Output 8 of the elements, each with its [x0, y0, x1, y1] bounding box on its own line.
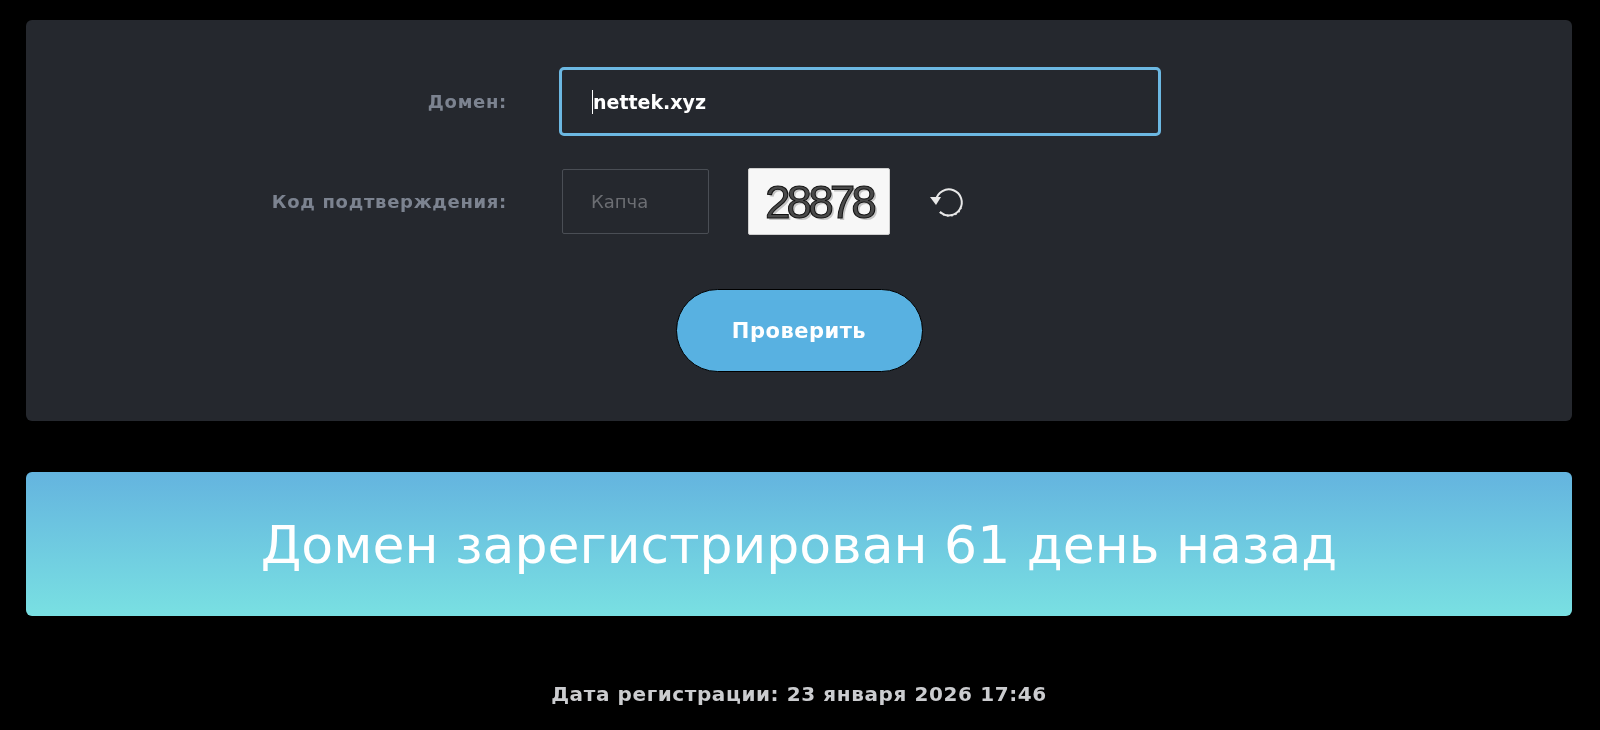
captcha-image: 28878 — [748, 168, 890, 235]
captcha-input[interactable]: Капча — [562, 169, 709, 234]
field-label: Код подтверждения: — [271, 191, 507, 212]
domain-input[interactable]: nettek.xyz — [559, 67, 1161, 136]
field-label: Домен: — [427, 91, 507, 112]
result-message: Домен зарегистрирован 61 день назад — [260, 514, 1338, 575]
registration-date: Дата регистрации: 23 января 2026 17:46 — [551, 682, 1047, 706]
text-cursor-icon — [592, 89, 593, 114]
